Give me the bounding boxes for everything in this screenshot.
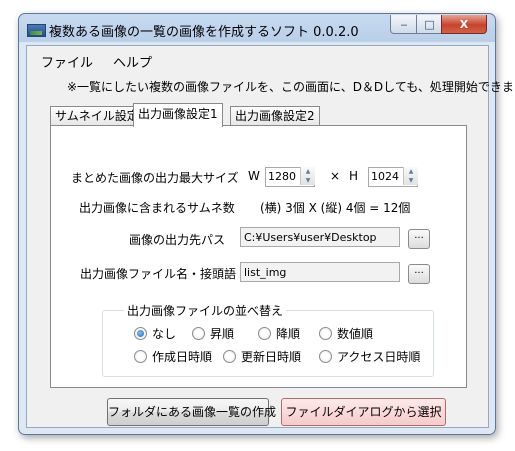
sort-option-ascending[interactable]: 昇順 — [192, 325, 234, 342]
sort-option-label: 数値順 — [337, 327, 374, 341]
sort-option-label: 昇順 — [210, 327, 235, 341]
output-path-field[interactable]: C:¥Users¥user¥Desktop — [240, 227, 400, 247]
sort-option-label: 作成日時順 — [152, 350, 213, 364]
height-stepper[interactable]: 1024 ▲ ▼ — [368, 167, 418, 187]
sort-groupbox — [102, 310, 434, 377]
sort-option-numeric[interactable]: 数値順 — [319, 325, 373, 342]
height-label: H — [349, 169, 359, 183]
spin-up-icon[interactable]: ▲ — [301, 167, 315, 176]
sort-option-label: 降順 — [276, 327, 301, 341]
radio-selected-icon[interactable] — [134, 327, 147, 340]
width-label: W — [248, 169, 260, 183]
minimize-button[interactable]: ‒ — [390, 15, 418, 34]
radio-icon[interactable] — [258, 327, 271, 340]
sort-option-created[interactable]: 作成日時順 — [134, 348, 212, 365]
spin-down-icon[interactable]: ▼ — [404, 176, 418, 185]
radio-icon[interactable] — [134, 350, 147, 363]
spin-up-icon[interactable]: ▲ — [404, 167, 418, 176]
sort-option-label: アクセス日時順 — [337, 350, 421, 364]
thumb-count-value: (横) 3個 X (縦) 4個 = 12個 — [260, 201, 411, 215]
sort-group-title: 出力画像ファイルの並べ替え — [124, 302, 287, 319]
tab-output-settings-1[interactable]: 出力画像設定1 — [133, 103, 223, 127]
radio-icon[interactable] — [223, 350, 236, 363]
close-button[interactable]: X — [441, 15, 487, 34]
tab-output-settings-2[interactable]: 出力画像設定2 — [230, 106, 320, 126]
sort-option-label: 更新日時順 — [241, 350, 302, 364]
width-spin-buttons[interactable]: ▲ ▼ — [300, 167, 315, 185]
sort-option-none[interactable]: なし — [134, 325, 176, 342]
create-folder-list-button[interactable]: フォルダにある画像一覧の作成 — [107, 398, 276, 426]
max-size-label: まとめた画像の出力最大サイズ — [71, 171, 239, 185]
prefix-label: 出力画像ファイル名・接頭語 — [80, 267, 237, 281]
height-spin-buttons[interactable]: ▲ ▼ — [403, 167, 418, 185]
app-icon — [27, 24, 46, 37]
client-area: ファイル ヘルプ ※一覧にしたい複数の画像ファイルを、この画面に、D＆Dしても、… — [26, 45, 515, 428]
drag-drop-notice: ※一覧にしたい複数の画像ファイルを、この画面に、D＆Dしても、処理開始できます。 — [67, 80, 515, 94]
sort-option-accessed[interactable]: アクセス日時順 — [319, 348, 420, 365]
tab-thumbnail-settings[interactable]: サムネイル設定 — [50, 106, 144, 126]
prefix-field[interactable]: list_img — [240, 262, 400, 282]
times-sign: × — [330, 169, 341, 183]
thumb-count-label: 出力画像に含まれるサムネ数 — [79, 201, 235, 215]
output-path-browse-button[interactable]: ... — [408, 229, 430, 249]
width-stepper[interactable]: 1280 ▲ ▼ — [265, 167, 315, 187]
window-title: 複数ある画像の一覧の画像を作成するソフト 0.0.2.0 — [49, 25, 359, 40]
maximize-button[interactable]: □ — [416, 15, 443, 34]
sort-option-label: なし — [152, 327, 177, 341]
app-window: 複数ある画像の一覧の画像を作成するソフト 0.0.2.0 ‒ □ X ファイル … — [18, 13, 515, 435]
radio-icon[interactable] — [319, 327, 332, 340]
sort-option-descending[interactable]: 降順 — [258, 325, 300, 342]
radio-icon[interactable] — [192, 327, 205, 340]
spin-down-icon[interactable]: ▼ — [301, 176, 315, 185]
select-from-file-dialog-button[interactable]: ファイルダイアログから選択 — [281, 398, 446, 426]
menu-help[interactable]: ヘルプ — [107, 50, 158, 73]
prefix-browse-button[interactable]: ... — [408, 264, 430, 284]
output-path-label: 画像の出力先パス — [129, 233, 226, 247]
menu-file[interactable]: ファイル — [35, 50, 99, 73]
radio-icon[interactable] — [319, 350, 332, 363]
sort-option-modified[interactable]: 更新日時順 — [223, 348, 301, 365]
